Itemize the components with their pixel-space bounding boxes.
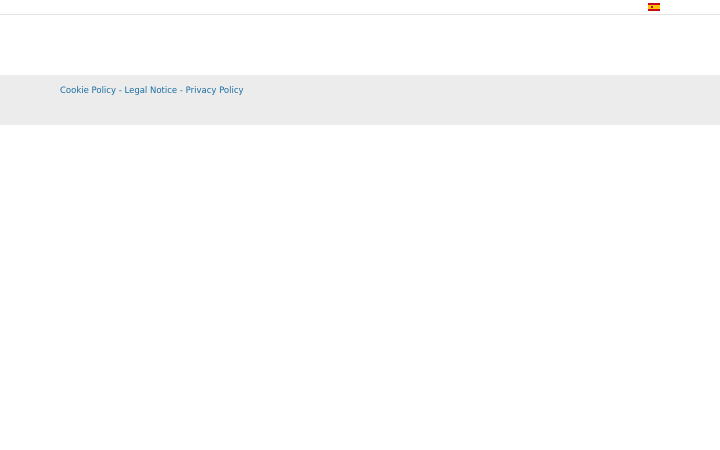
flag-stripe-bottom <box>648 9 660 11</box>
footer-separator: - <box>179 86 183 96</box>
spain-flag-icon[interactable] <box>648 3 660 11</box>
footer-separator: - <box>118 86 122 96</box>
footer-links: Cookie Policy - Legal Notice - Privacy P… <box>60 85 244 97</box>
legal-notice-link[interactable]: Legal Notice <box>125 86 178 96</box>
privacy-policy-link[interactable]: Privacy Policy <box>186 86 244 96</box>
flag-emblem <box>651 6 653 8</box>
footer: Cookie Policy - Legal Notice - Privacy P… <box>0 75 720 125</box>
cookie-policy-link[interactable]: Cookie Policy <box>60 86 116 96</box>
top-bar <box>0 0 720 15</box>
flag-stripe-middle <box>648 5 660 9</box>
